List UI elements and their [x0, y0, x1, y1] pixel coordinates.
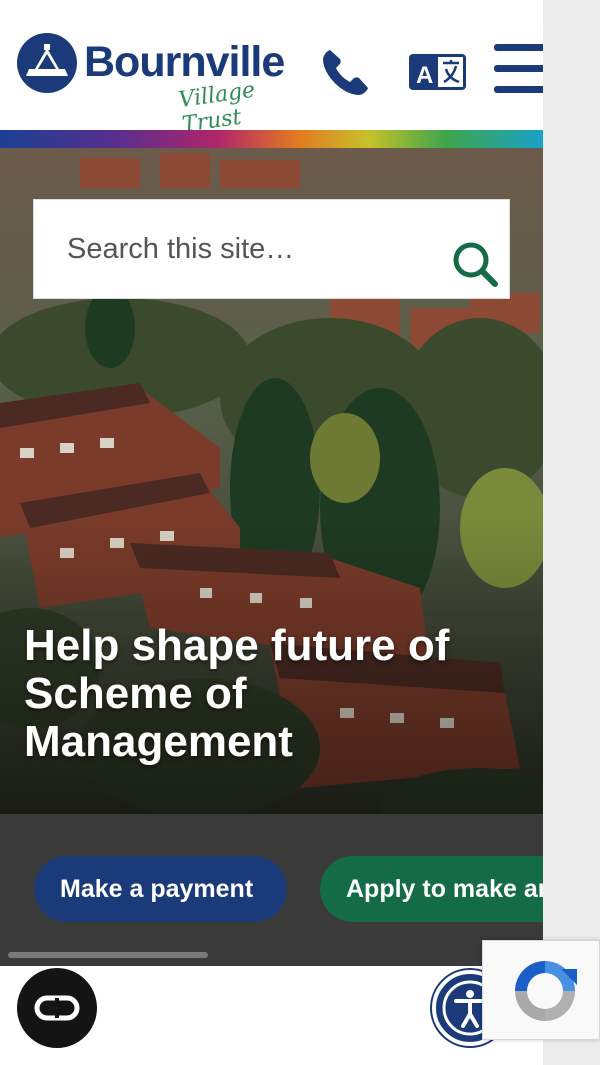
recaptcha-icon	[515, 961, 577, 1021]
phone-button[interactable]	[318, 44, 374, 100]
search-input[interactable]	[34, 200, 434, 298]
horizontal-scrollbar[interactable]	[8, 952, 208, 958]
logo-mark-icon	[17, 33, 77, 93]
search-icon	[453, 242, 498, 287]
recaptcha-badge[interactable]	[482, 940, 600, 1040]
site-logo[interactable]: Bournville Village Trust	[16, 32, 296, 138]
translate-icon: A	[409, 54, 466, 90]
co-logo-icon	[34, 995, 80, 1021]
hero-title[interactable]: Help shape future of Scheme of Managemen…	[24, 622, 524, 766]
site-header: Bournville Village Trust A	[0, 0, 543, 138]
svg-text:A: A	[416, 62, 433, 89]
hero-banner: Help shape future of Scheme of Managemen…	[0, 148, 543, 814]
right-gutter	[543, 0, 600, 1065]
language-button[interactable]: A	[408, 50, 468, 94]
quick-links-strip: Make a payment Apply to make an	[0, 814, 543, 966]
hamburger-menu-icon	[494, 44, 543, 93]
menu-button[interactable]	[492, 40, 543, 100]
chat-widget-button[interactable]	[17, 968, 97, 1048]
page: Bournville Village Trust A Search this s…	[0, 0, 543, 1065]
make-payment-button[interactable]: Make a payment	[34, 856, 287, 922]
phone-icon	[323, 50, 368, 95]
apply-button[interactable]: Apply to make an	[320, 856, 543, 922]
rainbow-divider	[0, 130, 543, 148]
search-box	[33, 199, 510, 299]
search-button[interactable]	[451, 240, 501, 290]
